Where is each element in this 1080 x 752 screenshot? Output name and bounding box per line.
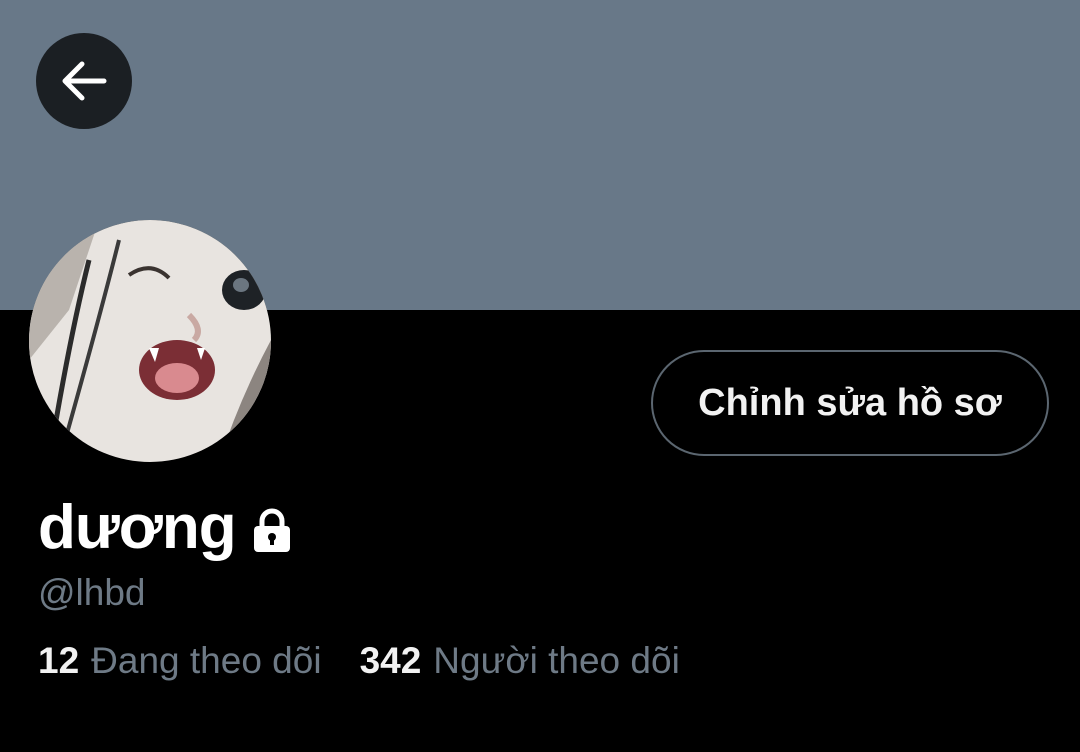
name-row: dương (38, 492, 296, 562)
lock-icon (253, 508, 290, 552)
avatar-image (29, 220, 271, 462)
followers-label: Người theo dõi (433, 640, 680, 681)
arrow-left-icon (62, 61, 107, 101)
profile-stats: 12 Đang theo dõi 342 Người theo dõi (38, 640, 718, 682)
avatar[interactable] (29, 220, 271, 462)
username-handle: @lhbd (38, 572, 146, 613)
display-name: dương (38, 492, 237, 562)
followers-count: 342 (359, 640, 422, 681)
following-stat[interactable]: 12 Đang theo dõi (38, 640, 322, 682)
following-count: 12 (38, 640, 80, 681)
back-button[interactable] (36, 33, 132, 129)
followers-stat[interactable]: 342 Người theo dõi (360, 640, 680, 682)
edit-profile-button[interactable]: Chỉnh sửa hồ sơ (651, 350, 1049, 456)
following-label: Đang theo dõi (91, 640, 322, 681)
